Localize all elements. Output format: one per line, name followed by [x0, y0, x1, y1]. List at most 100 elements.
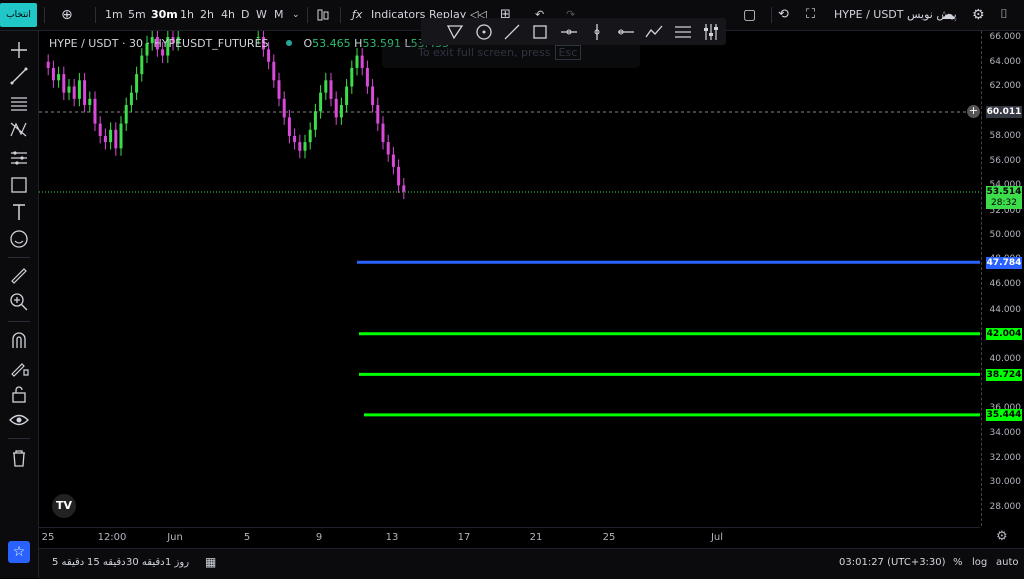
add-symbol-icon[interactable]: ⊕	[61, 0, 73, 30]
candle-body	[303, 142, 307, 151]
interval-4h[interactable]: 4h	[221, 0, 235, 30]
ruler-icon[interactable]	[9, 266, 29, 286]
candle-body	[51, 67, 55, 81]
percent-toggle[interactable]: %	[953, 557, 963, 568]
chart-settings-icon[interactable]: ⚙	[996, 529, 1008, 544]
range-30m[interactable]: 30 دقیقه	[126, 557, 165, 568]
price-label: 32.000	[989, 453, 1022, 463]
candle-body	[109, 129, 113, 143]
indicators-button[interactable]: Indicators	[371, 0, 425, 30]
interval-w[interactable]: W	[256, 0, 267, 30]
pattern-icon[interactable]	[9, 120, 29, 140]
price-label: 62.000	[989, 81, 1022, 91]
price-label: 56.000	[989, 156, 1022, 166]
range-15m[interactable]: 15 دقیقه	[87, 557, 126, 568]
candle-body	[339, 105, 343, 118]
candle-body	[350, 67, 354, 87]
candle-body	[83, 80, 87, 106]
range-1d[interactable]: 1 روز	[165, 557, 189, 568]
symbol-search-button[interactable]: انتخاب نماد	[0, 3, 37, 27]
level-tag-green: 35.444	[986, 409, 1022, 421]
horizontal-line-icon[interactable]	[616, 22, 636, 42]
candles-icon[interactable]	[316, 7, 330, 23]
candle-body	[334, 98, 338, 118]
price-label: 66.000	[989, 32, 1022, 42]
layout-square-icon[interactable]: ▢	[743, 0, 756, 30]
time-label: 12:00	[97, 532, 127, 543]
vertical-line-icon[interactable]	[587, 22, 607, 42]
horizontal-ray-icon[interactable]	[559, 22, 579, 42]
interval-1m[interactable]: 1m	[105, 0, 123, 30]
auto-toggle[interactable]: auto	[996, 557, 1019, 568]
indicators-icon[interactable]: ƒx	[352, 0, 362, 30]
interval-5m[interactable]: 5m	[128, 0, 146, 30]
interval-d[interactable]: D	[241, 0, 249, 30]
log-toggle[interactable]: log	[972, 557, 987, 568]
candle-body	[46, 61, 50, 68]
interval-1h[interactable]: 1h	[180, 0, 194, 30]
path-icon[interactable]	[644, 22, 664, 42]
settings-icon[interactable]: ⚙	[972, 0, 985, 30]
time-label: 9	[315, 532, 323, 543]
lock-pen-icon[interactable]	[9, 357, 29, 377]
parallel-lines-icon[interactable]	[673, 22, 693, 42]
clock-readout[interactable]: 03:01:27 (UTC+3:30)	[839, 557, 946, 568]
candle-body	[355, 55, 359, 68]
interval-30m[interactable]: 30m	[151, 0, 178, 30]
candle-body	[129, 92, 133, 106]
candle-body	[376, 105, 380, 124]
quick-search-icon[interactable]: ⟲	[778, 0, 789, 30]
trendline-icon[interactable]	[9, 66, 29, 86]
legend-open: 53.465	[312, 37, 351, 50]
time-label: 25	[41, 532, 55, 543]
calendar-icon[interactable]: ▦	[205, 555, 216, 569]
range-5m[interactable]: 5 دقیقه	[52, 557, 84, 568]
time-label: Jul	[710, 532, 724, 543]
favorites-star-icon[interactable]: ☆	[8, 541, 30, 563]
time-axis[interactable]: 25 12:00 Jun 5 9 13 17 21 25 Jul	[39, 527, 980, 548]
price-axis[interactable]: 66.000 64.000 62.000 58.000 56.000 54.00…	[981, 31, 1024, 526]
square-icon[interactable]	[530, 22, 550, 42]
magnet-icon[interactable]	[9, 330, 29, 350]
candle-body	[57, 74, 61, 81]
line-icon[interactable]	[502, 22, 522, 42]
bottom-toolbar: 5 دقیقه 15 دقیقه 30 دقیقه 1 روز ▦ 03:01:…	[39, 548, 1024, 579]
fullscreen-icon[interactable]: ⛶	[806, 0, 815, 30]
zoom-icon[interactable]	[9, 292, 29, 312]
polyline-icon[interactable]	[445, 22, 465, 42]
price-chart[interactable]	[39, 31, 980, 526]
fib-icon[interactable]	[9, 93, 29, 113]
candle-body	[161, 49, 165, 56]
candle-body	[345, 86, 349, 106]
fullscreen-hint: To exit full screen, press Esc	[382, 42, 640, 68]
candle-body	[98, 123, 102, 136]
eye-icon[interactable]	[9, 410, 29, 430]
candle-body	[402, 185, 406, 192]
lock-icon[interactable]	[9, 384, 29, 404]
cloud-icon[interactable]: ☁	[941, 0, 955, 30]
market-status-icon	[286, 40, 292, 46]
circle-icon[interactable]	[474, 22, 494, 42]
chart-pane[interactable]	[39, 31, 980, 526]
time-label: Jun	[167, 532, 183, 543]
candle-body	[391, 154, 395, 167]
price-label: 64.000	[989, 57, 1022, 67]
text-icon[interactable]	[9, 202, 29, 222]
trash-icon[interactable]	[9, 448, 29, 468]
settings-sliders-icon[interactable]	[701, 22, 721, 42]
projection-icon[interactable]	[9, 148, 29, 168]
camera-icon[interactable]: ⌷	[1000, 0, 1008, 30]
candle-body	[72, 86, 76, 99]
interval-2h[interactable]: 2h	[200, 0, 214, 30]
fullscreen-hint-key: Esc	[554, 45, 582, 60]
crosshair-icon[interactable]	[9, 40, 29, 60]
time-label: 21	[529, 532, 543, 543]
smiley-icon[interactable]	[9, 229, 29, 249]
interval-m[interactable]: M	[274, 0, 284, 30]
rect-icon[interactable]	[9, 175, 29, 195]
chevron-down-icon[interactable]: ⌄	[292, 0, 300, 30]
candle-body	[329, 80, 333, 99]
level-tag-green: 42.004	[986, 328, 1022, 340]
tradingview-logo[interactable]: TV	[52, 494, 76, 518]
add-alert-icon[interactable]: +	[967, 105, 980, 118]
